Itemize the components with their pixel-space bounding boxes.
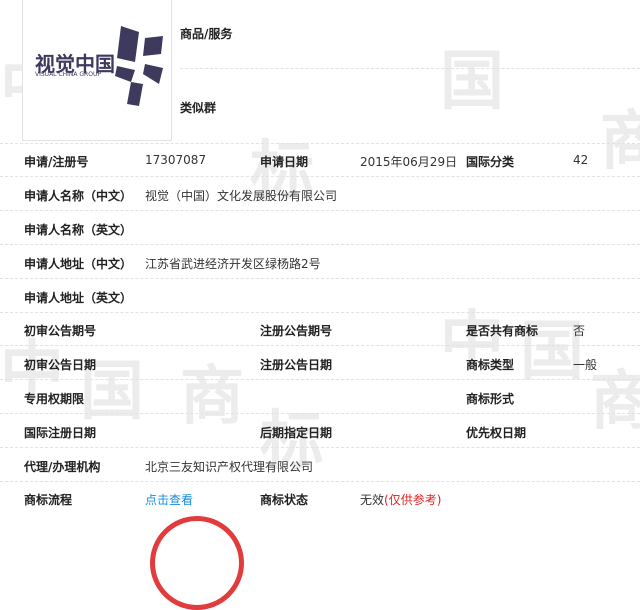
reg-no-value: 17307087 [145,153,207,167]
tm-process-label: 商标流程 [24,493,73,507]
shared-tm-value: 否 [573,324,586,338]
intl-reg-date-label: 国际注册日期 [24,426,97,440]
shared-tm-label: 是否共有商标 [466,324,539,338]
address-cn-label: 申请人地址（中文） [24,257,133,271]
divider [180,68,640,69]
trademark-detail: 视觉中国 VISUAL CHINA GROUP 商品/服务 类似群 申请/注册号… [0,0,640,610]
applicant-en-label: 申请人名称（英文） [24,223,133,237]
app-date-value: 2015年06月29日 [360,155,458,169]
divider [0,413,640,414]
exclusive-term-label: 专用权期限 [24,392,85,406]
tm-type-value: 一般 [573,358,598,372]
trademark-image: 视觉中国 VISUAL CHINA GROUP [22,0,172,141]
divider [0,143,640,144]
tm-form-label: 商标形式 [466,392,515,406]
agent-value: 北京三友知识产权代理有限公司 [145,460,314,474]
divider [0,312,640,313]
applicant-cn-label: 申请人名称（中文） [24,189,133,203]
address-en-label: 申请人地址（英文） [24,291,133,305]
priority-date-label: 优先权日期 [466,426,527,440]
divider [0,210,640,211]
goods-services-label: 商品/服务 [180,27,233,41]
divider [0,447,640,448]
reg-pub-no-label: 注册公告期号 [260,324,333,338]
intl-class-value: 42 [573,153,589,167]
similar-group-label: 类似群 [180,101,217,115]
later-designation-date-label: 后期指定日期 [260,426,333,440]
applicant-cn-value: 视觉（中国）文化发展股份有限公司 [145,189,338,203]
app-date-label: 申请日期 [260,155,309,169]
divider [0,481,640,482]
status-note: (仅供参考) [384,493,442,507]
prelim-pub-date-label: 初审公告日期 [24,358,97,372]
tm-type-label: 商标类型 [466,358,515,372]
status-text: 无效 [360,493,385,507]
view-process-link[interactable]: 点击查看 [145,491,193,508]
divider [0,278,640,279]
reg-pub-date-label: 注册公告日期 [260,358,333,372]
divider [0,345,640,346]
intl-class-label: 国际分类 [466,155,515,169]
divider [0,379,640,380]
logo-mark-icon [115,26,163,106]
agent-label: 代理/办理机构 [24,460,101,474]
invalid-stamp [150,516,244,610]
address-cn-value: 江苏省武进经济开发区绿杨路2号 [145,257,321,271]
prelim-pub-no-label: 初审公告期号 [24,324,97,338]
logo-brand-en: VISUAL CHINA GROUP [35,71,101,78]
tm-status-label: 商标状态 [260,493,309,507]
divider [0,176,640,177]
reg-no-label: 申请/注册号 [24,155,89,169]
divider [0,244,640,245]
tm-status-value: 无效(仅供参考) [360,491,441,508]
